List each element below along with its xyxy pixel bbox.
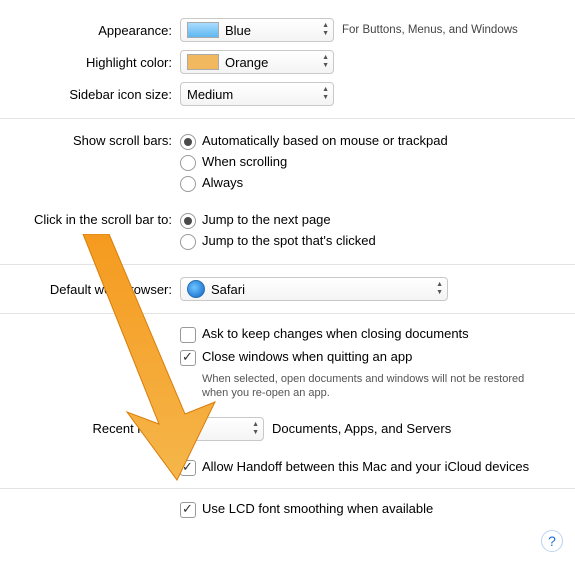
recent-items-select[interactable]: 20 ▲▼: [180, 417, 264, 441]
sidebar-icon-label: Sidebar icon size:: [0, 87, 180, 102]
highlight-label: Highlight color:: [0, 55, 180, 70]
color-swatch-blue: [187, 22, 219, 38]
scrollclick-radio-next-page[interactable]: Jump to the next page: [180, 212, 376, 229]
scrollclick-radio-jump-to-spot[interactable]: Jump to the spot that's clicked: [180, 233, 376, 250]
sidebar-icon-value: Medium: [187, 87, 233, 102]
radio-label: Jump to the next page: [202, 212, 331, 227]
radio-icon: [180, 234, 196, 250]
scrollbars-radio-always[interactable]: Always: [180, 175, 448, 192]
handoff-checkbox[interactable]: Allow Handoff between this Mac and your …: [180, 459, 529, 476]
checkbox-label: Close windows when quitting an app: [202, 349, 412, 364]
checkbox-label: Allow Handoff between this Mac and your …: [202, 459, 529, 474]
radio-icon: [180, 155, 196, 171]
updown-icon: ▲▼: [322, 22, 329, 38]
scrollbars-radio-when-scrolling[interactable]: When scrolling: [180, 154, 448, 171]
scrollbars-radio-automatic[interactable]: Automatically based on mouse or trackpad: [180, 133, 448, 150]
radio-label: Automatically based on mouse or trackpad: [202, 133, 448, 148]
sidebar-icon-select[interactable]: Medium ▲▼: [180, 82, 334, 106]
radio-label: When scrolling: [202, 154, 287, 169]
ask-keep-changes-checkbox[interactable]: Ask to keep changes when closing documen…: [180, 326, 469, 343]
highlight-value: Orange: [225, 55, 268, 70]
appearance-hint: For Buttons, Menus, and Windows: [342, 24, 518, 36]
checkbox-label: Ask to keep changes when closing documen…: [202, 326, 469, 341]
close-windows-checkbox[interactable]: Close windows when quitting an app: [180, 349, 412, 366]
checkbox-icon: [180, 350, 196, 366]
browser-value: Safari: [211, 282, 245, 297]
highlight-select[interactable]: Orange ▲▼: [180, 50, 334, 74]
divider: [0, 313, 575, 314]
appearance-value: Blue: [225, 23, 251, 38]
appearance-label: Appearance:: [0, 23, 180, 38]
browser-label: Default web browser:: [0, 282, 180, 297]
recent-items-value: 20: [187, 421, 201, 436]
help-icon: ?: [548, 533, 556, 549]
divider: [0, 488, 575, 489]
updown-icon: ▲▼: [322, 86, 329, 102]
radio-icon: [180, 134, 196, 150]
radio-label: Jump to the spot that's clicked: [202, 233, 376, 248]
checkbox-icon: [180, 327, 196, 343]
scrollclick-label: Click in the scroll bar to:: [0, 210, 180, 227]
checkbox-label: Use LCD font smoothing when available: [202, 501, 433, 516]
close-windows-hint: When selected, open documents and window…: [202, 372, 542, 401]
recent-items-suffix: Documents, Apps, and Servers: [272, 421, 451, 436]
color-swatch-orange: [187, 54, 219, 70]
updown-icon: ▲▼: [436, 281, 443, 297]
updown-icon: ▲▼: [322, 54, 329, 70]
recent-items-label: Recent items:: [0, 421, 180, 436]
browser-select[interactable]: Safari ▲▼: [180, 277, 448, 301]
radio-icon: [180, 176, 196, 192]
radio-icon: [180, 213, 196, 229]
divider: [0, 118, 575, 119]
updown-icon: ▲▼: [252, 421, 259, 437]
lcd-font-smoothing-checkbox[interactable]: Use LCD font smoothing when available: [180, 501, 433, 518]
appearance-select[interactable]: Blue ▲▼: [180, 18, 334, 42]
help-button[interactable]: ?: [541, 530, 563, 552]
scrollbars-label: Show scroll bars:: [0, 131, 180, 148]
divider: [0, 264, 575, 265]
checkbox-icon: [180, 460, 196, 476]
safari-icon: [187, 280, 205, 298]
radio-label: Always: [202, 175, 243, 190]
checkbox-icon: [180, 502, 196, 518]
